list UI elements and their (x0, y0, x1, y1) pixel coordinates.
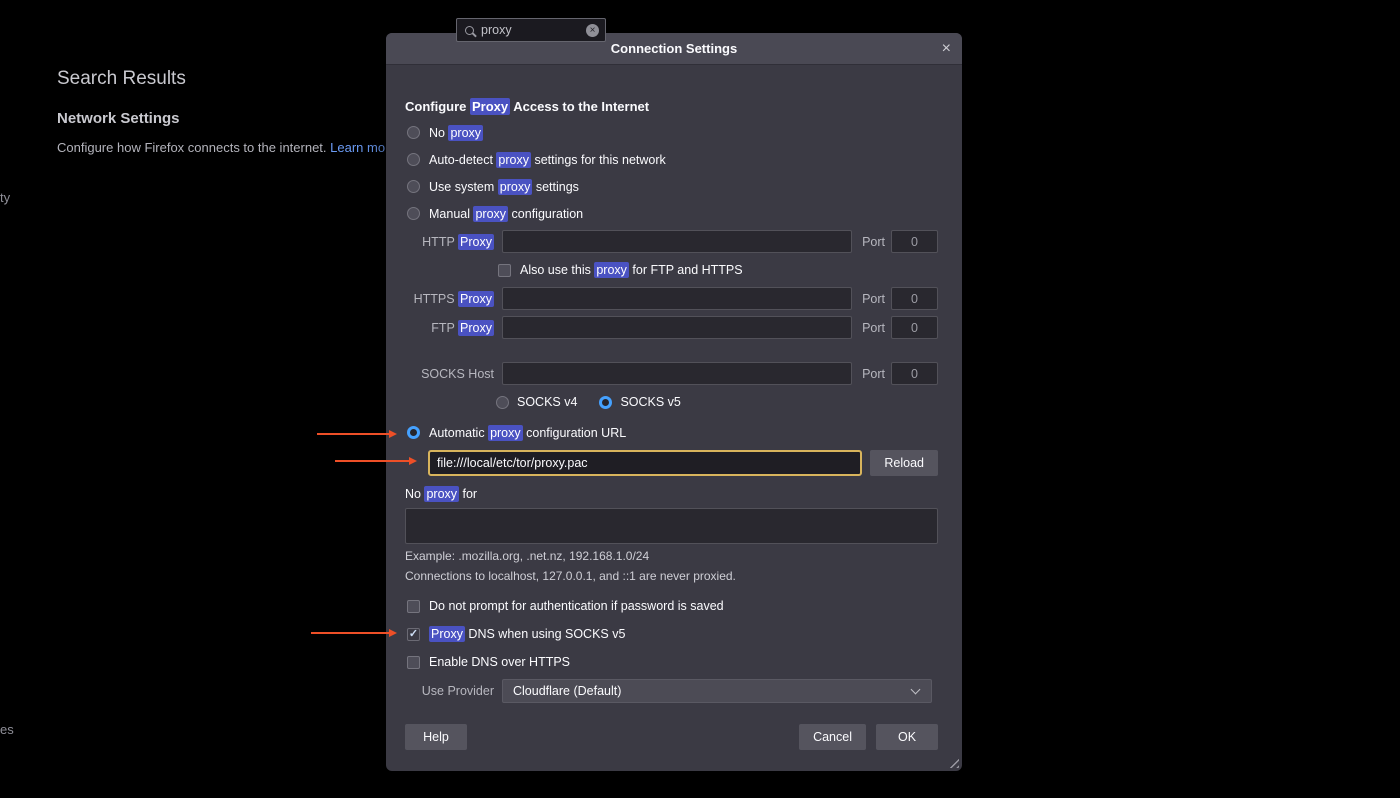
radio-option-auto-detect[interactable]: Auto-detect proxy settings for this netw… (405, 146, 938, 173)
socks-port-label: Port (862, 367, 885, 381)
dialog-button-row: Help Cancel OK (405, 724, 938, 750)
checkbox-label: Enable DNS over HTTPS (429, 655, 570, 669)
ftp-port-input[interactable]: 0 (891, 316, 938, 339)
socks-host-input[interactable] (502, 362, 852, 385)
help-button[interactable]: Help (405, 724, 467, 750)
option-label: No proxy (429, 126, 483, 140)
dns-provider-row: Use Provider Cloudflare (Default) (405, 678, 938, 704)
dns-provider-select[interactable]: Cloudflare (Default) (502, 679, 932, 703)
ftp-proxy-row: FTP Proxy Port 0 (405, 313, 938, 342)
ftp-proxy-label: FTP Proxy (405, 321, 494, 335)
sidebar-clipped-label-top: ty (0, 190, 10, 205)
annotation-arrow-proxy-dns (311, 632, 389, 634)
auto-url-row: file:///local/etc/tor/proxy.pac Reload (428, 450, 938, 476)
checkmark-icon: ✓ (409, 629, 418, 640)
dns-over-https-checkbox-row[interactable]: Enable DNS over HTTPS (405, 648, 938, 676)
radio-option-no-proxy[interactable]: No proxy (405, 119, 938, 146)
option-label: Auto-detect proxy settings for this netw… (429, 153, 666, 167)
radio-option-auto-url[interactable]: Automatic proxy configuration URL (405, 419, 938, 446)
option-label: Automatic proxy configuration URL (429, 426, 626, 440)
network-settings-description: Configure how Firefox connects to the in… (57, 140, 387, 155)
connection-settings-dialog: Connection Settings × Configure Proxy Ac… (386, 33, 962, 771)
proxy-dns-socks5-checkbox[interactable]: ✓ (407, 628, 420, 641)
dialog-body: Configure Proxy Access to the Internet N… (386, 98, 962, 770)
socks-v4-radio[interactable] (496, 396, 509, 409)
radio-option-system-proxy[interactable]: Use system proxy settings (405, 173, 938, 200)
search-highlight: Proxy (470, 98, 510, 115)
auto-url-radio[interactable] (407, 426, 420, 439)
checkbox-label: Proxy DNS when using SOCKS v5 (429, 627, 625, 641)
radio-option-manual-proxy[interactable]: Manual proxy configuration (405, 200, 938, 227)
socks-host-row: SOCKS Host Port 0 (405, 359, 938, 388)
sidebar-clipped-label-bottom: es (0, 722, 14, 737)
no-prompt-auth-checkbox[interactable] (407, 600, 420, 613)
dns-provider-value: Cloudflare (Default) (513, 684, 621, 698)
search-icon (465, 26, 474, 35)
http-proxy-row: HTTP Proxy Port 0 (405, 227, 938, 256)
reload-button[interactable]: Reload (870, 450, 938, 476)
radio-button[interactable] (407, 207, 420, 220)
ftp-proxy-input[interactable] (502, 316, 852, 339)
settings-search-input[interactable]: proxy × (456, 18, 606, 42)
dns-over-https-checkbox[interactable] (407, 656, 420, 669)
https-proxy-row: HTTPS Proxy Port 0 (405, 284, 938, 313)
share-proxy-checkbox[interactable] (498, 264, 511, 277)
radio-button[interactable] (407, 126, 420, 139)
share-proxy-checkbox-row[interactable]: Also use this proxy for FTP and HTTPS (496, 256, 938, 284)
learn-more-link[interactable]: Learn mor (330, 140, 387, 155)
socks-version-row: SOCKS v4 SOCKS v5 (496, 388, 938, 416)
chevron-down-icon (911, 685, 921, 695)
cancel-button[interactable]: Cancel (799, 724, 866, 750)
http-proxy-input[interactable] (502, 230, 852, 253)
no-proxy-for-label: No proxy for (405, 482, 938, 506)
ok-button[interactable]: OK (876, 724, 938, 750)
socks-v5-label[interactable]: SOCKS v5 (620, 395, 680, 409)
use-provider-label: Use Provider (405, 684, 494, 698)
option-label: Use system proxy settings (429, 180, 579, 194)
radio-button[interactable] (407, 153, 420, 166)
checkbox-label: Also use this proxy for FTP and HTTPS (520, 263, 743, 277)
option-label: Manual proxy configuration (429, 207, 583, 221)
no-proxy-for-textarea[interactable] (405, 508, 938, 544)
http-port-label: Port (862, 235, 885, 249)
search-results-heading: Search Results (57, 68, 186, 90)
http-proxy-label: HTTP Proxy (405, 235, 494, 249)
socks-host-label: SOCKS Host (405, 367, 494, 381)
proxy-dns-socks5-checkbox-row[interactable]: ✓ Proxy DNS when using SOCKS v5 (405, 620, 938, 648)
no-proxy-note: Connections to localhost, 127.0.0.1, and… (405, 566, 938, 586)
checkbox-label: Do not prompt for authentication if pass… (429, 599, 724, 613)
https-port-label: Port (862, 292, 885, 306)
no-prompt-auth-checkbox-row[interactable]: Do not prompt for authentication if pass… (405, 592, 938, 620)
socks-port-input[interactable]: 0 (891, 362, 938, 385)
no-proxy-example: Example: .mozilla.org, .net.nz, 192.168.… (405, 546, 938, 566)
radio-button[interactable] (407, 180, 420, 193)
annotation-arrow-url-input (335, 460, 409, 462)
search-value: proxy (481, 23, 512, 37)
auto-proxy-url-input[interactable]: file:///local/etc/tor/proxy.pac (428, 450, 862, 476)
dialog-heading: Configure Proxy Access to the Internet (405, 98, 938, 116)
socks-v5-radio[interactable] (599, 396, 612, 409)
http-port-input[interactable]: 0 (891, 230, 938, 253)
description-text: Configure how Firefox connects to the in… (57, 140, 330, 155)
https-proxy-label: HTTPS Proxy (405, 292, 494, 306)
annotation-arrow-auto-url (317, 433, 389, 435)
dialog-title: Connection Settings (611, 41, 737, 56)
close-icon[interactable]: × (942, 41, 951, 57)
network-settings-title: Network Settings (57, 110, 180, 127)
button-spacer (477, 724, 789, 750)
socks-v4-label[interactable]: SOCKS v4 (517, 395, 577, 409)
ftp-port-label: Port (862, 321, 885, 335)
clear-search-icon[interactable]: × (586, 24, 599, 37)
https-proxy-input[interactable] (502, 287, 852, 310)
https-port-input[interactable]: 0 (891, 287, 938, 310)
